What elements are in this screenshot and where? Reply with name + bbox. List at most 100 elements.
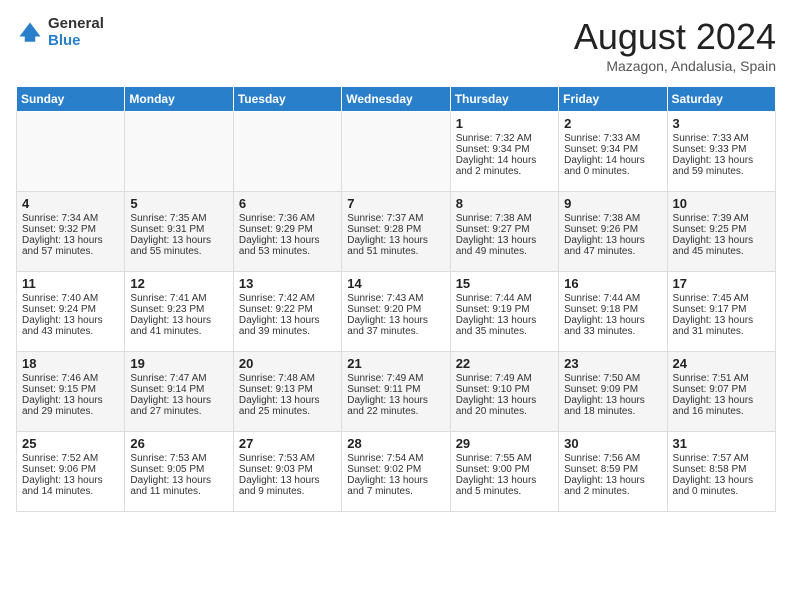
- day-number: 12: [130, 276, 227, 291]
- header-cell-friday: Friday: [559, 87, 667, 112]
- day-cell: 25Sunrise: 7:52 AMSunset: 9:06 PMDayligh…: [17, 432, 125, 512]
- day-content: Sunrise: 7:50 AM: [564, 373, 661, 384]
- day-cell: 21Sunrise: 7:49 AMSunset: 9:11 PMDayligh…: [342, 352, 450, 432]
- day-content: Sunset: 9:28 PM: [347, 224, 444, 235]
- day-content: Sunrise: 7:57 AM: [673, 453, 770, 464]
- header: General Blue August 2024 Mazagon, Andalu…: [16, 16, 776, 74]
- day-content: Sunrise: 7:44 AM: [564, 293, 661, 304]
- week-row-4: 25Sunrise: 7:52 AMSunset: 9:06 PMDayligh…: [17, 432, 776, 512]
- logo-text: General Blue: [48, 16, 104, 49]
- day-content: Sunset: 9:17 PM: [673, 304, 770, 315]
- day-content: Sunrise: 7:38 AM: [564, 213, 661, 224]
- day-cell: 14Sunrise: 7:43 AMSunset: 9:20 PMDayligh…: [342, 272, 450, 352]
- day-cell: 19Sunrise: 7:47 AMSunset: 9:14 PMDayligh…: [125, 352, 233, 432]
- day-content: Daylight: 13 hours: [564, 315, 661, 326]
- day-content: Sunset: 9:03 PM: [239, 464, 336, 475]
- day-content: Sunrise: 7:47 AM: [130, 373, 227, 384]
- day-content: and 29 minutes.: [22, 406, 119, 417]
- day-cell: 28Sunrise: 7:54 AMSunset: 9:02 PMDayligh…: [342, 432, 450, 512]
- week-row-3: 18 Sunrise: 7:46 AMSunset: 9:15 PM Dayligh…: [17, 352, 776, 432]
- day-content: and 20 minutes.: [456, 406, 553, 417]
- day-content: Sunrise: 7:46 AM: [22, 373, 119, 384]
- day-content: and 43 minutes.: [22, 326, 119, 337]
- day-cell: 23Sunrise: 7:50 AMSunset: 9:09 PMDayligh…: [559, 352, 667, 432]
- day-number: 7: [347, 196, 444, 211]
- day-content: Sunrise: 7:53 AM: [239, 453, 336, 464]
- day-content: Daylight: 13 hours: [239, 395, 336, 406]
- day-content: Sunset: 9:24 PM: [22, 304, 119, 315]
- day-content: and 35 minutes.: [456, 326, 553, 337]
- day-content: Daylight: 14 hours: [456, 155, 553, 166]
- day-content: and 7 minutes.: [347, 486, 444, 497]
- day-content: Sunrise: 7:43 AM: [347, 293, 444, 304]
- day-cell: 11Sunrise: 7:40 AMSunset: 9:24 PMDayligh…: [17, 272, 125, 352]
- day-content: Sunrise: 7:37 AM: [347, 213, 444, 224]
- day-content: Sunset: 9:10 PM: [456, 384, 553, 395]
- day-content: Daylight: 13 hours: [22, 475, 119, 486]
- day-number: 13: [239, 276, 336, 291]
- day-cell: 24Sunrise: 7:51 AMSunset: 9:07 PMDayligh…: [667, 352, 775, 432]
- day-content: Sunset: 9:11 PM: [347, 384, 444, 395]
- day-cell: [233, 112, 341, 192]
- day-cell: 22Sunrise: 7:49 AMSunset: 9:10 PMDayligh…: [450, 352, 558, 432]
- day-number: 28: [347, 436, 444, 451]
- header-cell-saturday: Saturday: [667, 87, 775, 112]
- day-content: Sunset: 8:58 PM: [673, 464, 770, 475]
- day-number: 29: [456, 436, 553, 451]
- day-content: and 45 minutes.: [673, 246, 770, 257]
- day-content: Daylight: 13 hours: [564, 475, 661, 486]
- day-cell: [342, 112, 450, 192]
- day-content: Sunset: 9:20 PM: [347, 304, 444, 315]
- day-number: 21: [347, 356, 444, 371]
- day-content: Sunset: 9:07 PM: [673, 384, 770, 395]
- day-content: and 51 minutes.: [347, 246, 444, 257]
- day-content: Sunset: 9:06 PM: [22, 464, 119, 475]
- day-content: Sunset: 9:26 PM: [564, 224, 661, 235]
- logo-general-text: General: [48, 16, 104, 33]
- day-content: Sunset: 9:34 PM: [456, 144, 553, 155]
- day-cell: 30Sunrise: 7:56 AMSunset: 8:59 PMDayligh…: [559, 432, 667, 512]
- day-content: Daylight: 13 hours: [456, 475, 553, 486]
- calendar-table: SundayMondayTuesdayWednesdayThursdayFrid…: [16, 86, 776, 512]
- day-content: and 11 minutes.: [130, 486, 227, 497]
- day-content: Sunset: 9:27 PM: [456, 224, 553, 235]
- day-cell: 18Sunrise: 7:46 AMSunset: 9:15 PMDayligh…: [17, 352, 125, 432]
- day-cell: 9Sunrise: 7:38 AMSunset: 9:26 PMDaylight…: [559, 192, 667, 272]
- day-content: Sunrise: 7:36 AM: [239, 213, 336, 224]
- day-cell: 2Sunrise: 7:33 AMSunset: 9:34 PMDaylight…: [559, 112, 667, 192]
- day-cell: [125, 112, 233, 192]
- day-cell: 15Sunrise: 7:44 AMSunset: 9:19 PMDayligh…: [450, 272, 558, 352]
- day-content: Sunrise: 7:49 AM: [347, 373, 444, 384]
- day-content: Sunset: 9:22 PM: [239, 304, 336, 315]
- day-content: Daylight: 13 hours: [239, 235, 336, 246]
- day-content: and 2 minutes.: [564, 486, 661, 497]
- day-number: 8: [456, 196, 553, 211]
- day-content: Daylight: 13 hours: [347, 315, 444, 326]
- day-number: 4: [22, 196, 119, 211]
- day-content: Sunset: 9:00 PM: [456, 464, 553, 475]
- day-content: and 57 minutes.: [22, 246, 119, 257]
- day-number: 23: [564, 356, 661, 371]
- header-row: SundayMondayTuesdayWednesdayThursdayFrid…: [17, 87, 776, 112]
- day-content: Daylight: 13 hours: [130, 235, 227, 246]
- day-content: Daylight: 13 hours: [22, 315, 119, 326]
- header-cell-tuesday: Tuesday: [233, 87, 341, 112]
- day-content: Sunrise: 7:39 AM: [673, 213, 770, 224]
- day-content: and 18 minutes.: [564, 406, 661, 417]
- day-cell: 29Sunrise: 7:55 AMSunset: 9:00 PMDayligh…: [450, 432, 558, 512]
- header-cell-thursday: Thursday: [450, 87, 558, 112]
- day-cell: 4Sunrise: 7:34 AMSunset: 9:32 PMDaylight…: [17, 192, 125, 272]
- day-content: Daylight: 13 hours: [239, 475, 336, 486]
- day-cell: 8Sunrise: 7:38 AMSunset: 9:27 PMDaylight…: [450, 192, 558, 272]
- main-title: August 2024: [574, 16, 776, 58]
- day-content: and 14 minutes.: [22, 486, 119, 497]
- day-content: Sunrise: 7:54 AM: [347, 453, 444, 464]
- day-content: Daylight: 13 hours: [456, 315, 553, 326]
- day-cell: 10Sunrise: 7:39 AMSunset: 9:25 PMDayligh…: [667, 192, 775, 272]
- day-content: Sunset: 9:15 PM: [22, 384, 119, 395]
- day-content: Sunrise: 7:49 AM: [456, 373, 553, 384]
- day-content: Sunset: 9:02 PM: [347, 464, 444, 475]
- day-number: 18: [22, 356, 119, 371]
- day-content: Daylight: 13 hours: [347, 235, 444, 246]
- day-number: 9: [564, 196, 661, 211]
